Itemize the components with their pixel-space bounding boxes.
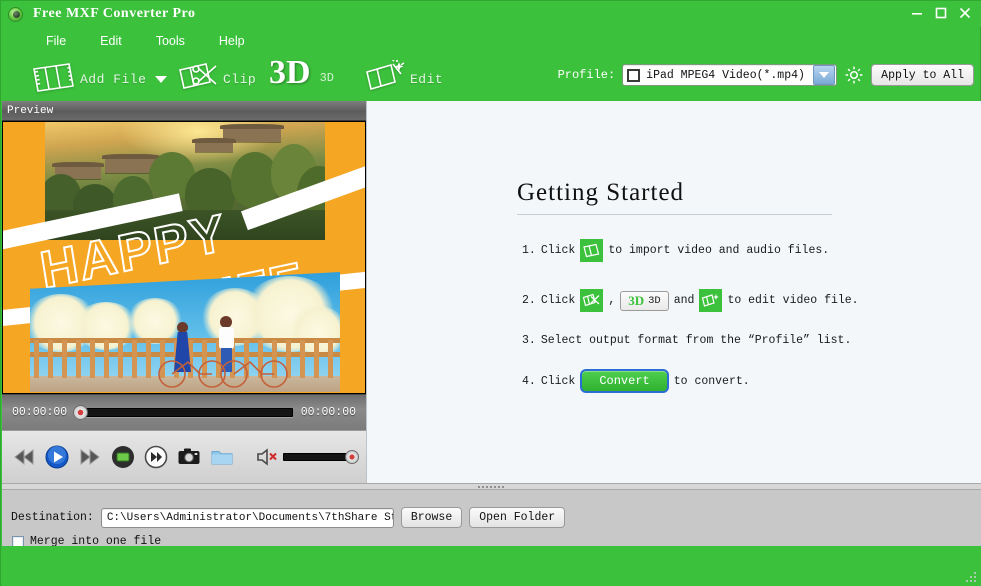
step-2-comma: , xyxy=(608,294,615,307)
panel-splitter[interactable] xyxy=(2,483,981,490)
step-forward-button[interactable] xyxy=(144,445,168,469)
volume-slider-handle[interactable] xyxy=(345,450,359,464)
convert-button[interactable]: Convert xyxy=(580,369,668,393)
profile-label: Profile: xyxy=(558,68,616,82)
poster-illustration xyxy=(30,272,340,392)
add-file-label: Add File xyxy=(80,72,146,87)
video-preview[interactable]: HAPPY LIFE xyxy=(2,121,366,394)
volume-area xyxy=(255,445,356,469)
three-d-button[interactable]: 3D 3D xyxy=(269,56,334,90)
seek-slider[interactable] xyxy=(75,408,293,417)
destination-label: Destination: xyxy=(11,511,94,524)
minimize-icon[interactable] xyxy=(906,3,928,23)
preview-panel: Preview xyxy=(2,101,366,483)
add-file-icon[interactable] xyxy=(580,239,603,262)
total-time: 00:00:00 xyxy=(301,406,356,419)
profile-format-icon xyxy=(627,69,640,82)
menu-item-file[interactable]: File xyxy=(43,32,69,50)
step-4-post-text: to convert. xyxy=(674,375,750,388)
status-bar xyxy=(2,546,981,586)
illustration-bicycles xyxy=(156,354,296,388)
three-d-label: 3D xyxy=(320,71,334,85)
open-folder-button[interactable]: Open Folder xyxy=(469,507,565,528)
clip-button[interactable]: Clip xyxy=(176,60,256,99)
seek-slider-handle[interactable] xyxy=(73,405,88,420)
step-4-pre-text: Click xyxy=(541,375,576,388)
step-4-number: 4. xyxy=(522,375,536,388)
add-file-button[interactable]: Add File xyxy=(29,60,167,99)
step-1-number: 1. xyxy=(522,244,536,257)
step-2-and: and xyxy=(674,294,695,307)
three-d-glyph: 3D xyxy=(269,56,311,90)
step-1: 1. Click to import video and audio files… xyxy=(522,239,829,262)
page-title: Getting Started xyxy=(517,179,684,207)
browse-button[interactable]: Browse xyxy=(401,507,462,528)
mute-button[interactable] xyxy=(255,445,279,469)
magic-wand-film-icon xyxy=(363,60,407,99)
window-title: Free MXF Converter Pro xyxy=(33,6,195,22)
maximize-icon[interactable] xyxy=(930,3,952,23)
edit-label: Edit xyxy=(410,72,443,87)
apply-to-all-button[interactable]: Apply to All xyxy=(871,64,974,86)
step-2-pre-text: Click xyxy=(541,294,576,307)
main-content: Preview xyxy=(2,101,981,483)
step-3: 3. Select output format from the “Profil… xyxy=(522,334,851,347)
app-logo-icon xyxy=(8,7,23,22)
volume-slider[interactable] xyxy=(283,453,356,461)
player-controls xyxy=(2,430,366,483)
current-time: 00:00:00 xyxy=(12,406,67,419)
profile-dropdown[interactable]: iPad MPEG4 Video(*.mp4) xyxy=(622,64,837,86)
preview-title: Preview xyxy=(7,105,53,117)
step-2: 2. Click , 3D 3D and xyxy=(522,289,859,312)
clip-icon[interactable] xyxy=(580,289,603,312)
menu-item-edit[interactable]: Edit xyxy=(97,32,125,50)
step-1-post-text: to import video and audio files. xyxy=(608,244,829,257)
preview-header: Preview xyxy=(2,101,366,121)
profile-selected-value: iPad MPEG4 Video(*.mp4) xyxy=(646,69,813,82)
seek-bar: 00:00:00 00:00:00 xyxy=(2,394,366,430)
getting-started-panel: Getting Started 1. Click to import video… xyxy=(366,101,981,483)
step-3-number: 3. xyxy=(522,334,536,347)
edit-icon[interactable] xyxy=(699,289,722,312)
rewind-button[interactable] xyxy=(12,445,36,469)
stop-button[interactable] xyxy=(111,445,135,469)
menu-item-help[interactable]: Help xyxy=(216,32,248,50)
resize-grip[interactable] xyxy=(965,571,978,584)
three-d-glyph: 3D xyxy=(628,294,644,307)
film-strip-icon xyxy=(29,60,77,99)
clip-label: Clip xyxy=(223,72,256,87)
menu-bar: File Edit Tools Help xyxy=(1,29,981,53)
open-folder-button[interactable] xyxy=(210,445,234,469)
close-icon[interactable] xyxy=(954,3,976,23)
chevron-down-icon[interactable] xyxy=(813,65,835,85)
title-divider xyxy=(517,214,832,215)
scissors-film-icon xyxy=(176,60,220,99)
step-1-pre-text: Click xyxy=(541,244,576,257)
three-d-inline-button[interactable]: 3D 3D xyxy=(620,291,669,311)
step-4: 4. Click Convert to convert. xyxy=(522,369,750,393)
step-2-number: 2. xyxy=(522,294,536,307)
snapshot-button[interactable] xyxy=(177,445,201,469)
application-window: Free MXF Converter Pro File Edit Tools H… xyxy=(0,0,981,586)
step-2-post-text: to edit video file. xyxy=(727,294,858,307)
menu-item-tools[interactable]: Tools xyxy=(153,32,188,50)
edit-button[interactable]: Edit xyxy=(363,60,443,99)
destination-bar: Destination: C:\Users\Administrator\Docu… xyxy=(2,490,981,546)
destination-row: Destination: C:\Users\Administrator\Docu… xyxy=(11,507,565,528)
destination-input[interactable]: C:\Users\Administrator\Documents\7thShar… xyxy=(101,508,394,528)
play-button[interactable] xyxy=(45,445,69,469)
gear-icon[interactable] xyxy=(844,65,864,85)
window-controls xyxy=(906,3,976,23)
chevron-down-icon[interactable] xyxy=(155,76,167,83)
three-d-label: 3D xyxy=(648,295,661,307)
title-bar: Free MXF Converter Pro xyxy=(1,1,981,27)
fast-forward-button[interactable] xyxy=(78,445,102,469)
step-3-text: Select output format from the “Profile” … xyxy=(541,334,852,347)
profile-area: Profile: iPad MPEG4 Video(*.mp4) Apply t… xyxy=(558,63,974,87)
